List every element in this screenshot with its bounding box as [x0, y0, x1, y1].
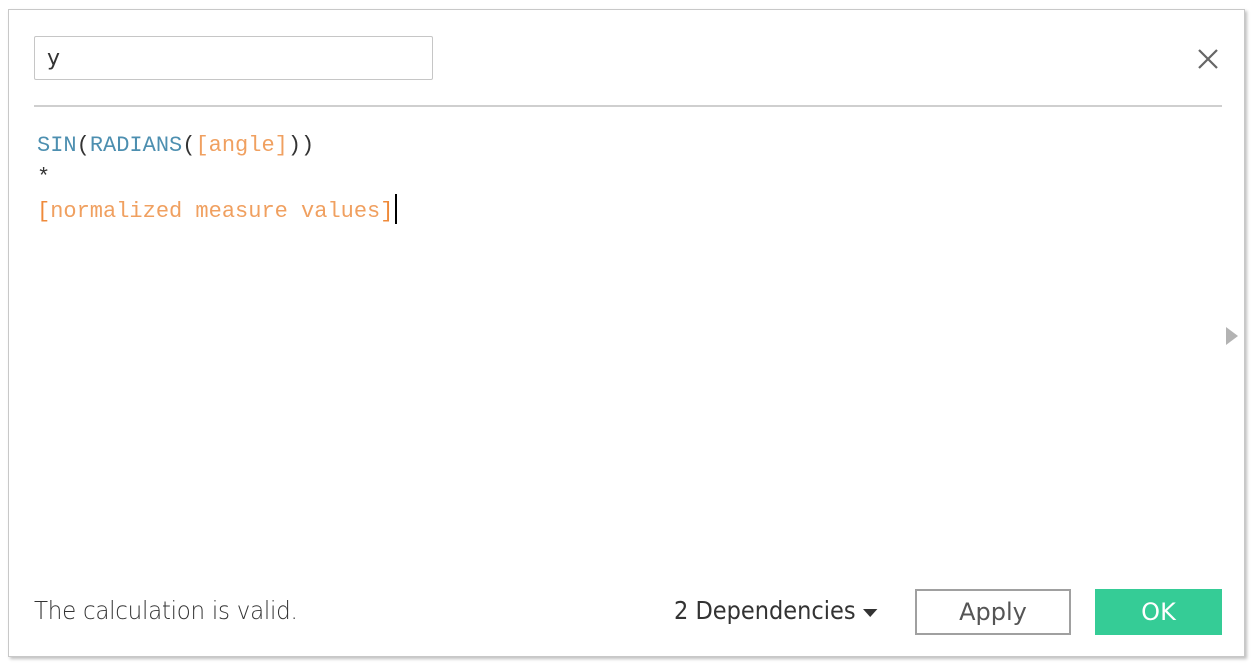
calculation-dialog: SIN(RADIANS([angle]))*[normalized measur… — [8, 9, 1245, 657]
formula-token-operator: * — [37, 165, 51, 190]
formula-line: [normalized measure values] — [37, 194, 1187, 226]
formula-token-paren: )) — [287, 133, 315, 158]
close-icon — [1198, 49, 1218, 69]
formula-token-function: RADIANS — [89, 133, 183, 158]
formula-token-field: [angle] — [195, 133, 288, 158]
formula-token-field-bracket: [ — [37, 199, 51, 224]
calculation-name-input[interactable] — [34, 36, 433, 80]
formula-token-field-bracket: ] — [380, 199, 394, 224]
validation-status: The calculation is valid. — [34, 596, 298, 625]
formula-token-paren: ( — [182, 133, 196, 158]
dependencies-dropdown[interactable]: 2 Dependencies — [674, 596, 878, 625]
close-button[interactable] — [1193, 44, 1223, 74]
caret-down-icon — [862, 608, 878, 617]
formula-token-paren: ( — [76, 133, 90, 158]
expand-panel-triangle-right-icon[interactable] — [1226, 327, 1238, 345]
formula-line: SIN(RADIANS([angle])) — [37, 130, 1187, 162]
header-divider — [34, 105, 1222, 107]
apply-button[interactable]: Apply — [915, 589, 1071, 635]
formula-token-function: SIN — [37, 133, 77, 158]
text-cursor — [395, 194, 398, 224]
dependencies-label: 2 Dependencies — [674, 596, 856, 625]
formula-token-field: normalized measure values — [50, 199, 381, 224]
formula-editor[interactable]: SIN(RADIANS([angle])) * [normalized measur… — [37, 130, 1187, 550]
ok-button[interactable]: OK — [1095, 589, 1222, 635]
formula-line: * — [37, 162, 1187, 194]
